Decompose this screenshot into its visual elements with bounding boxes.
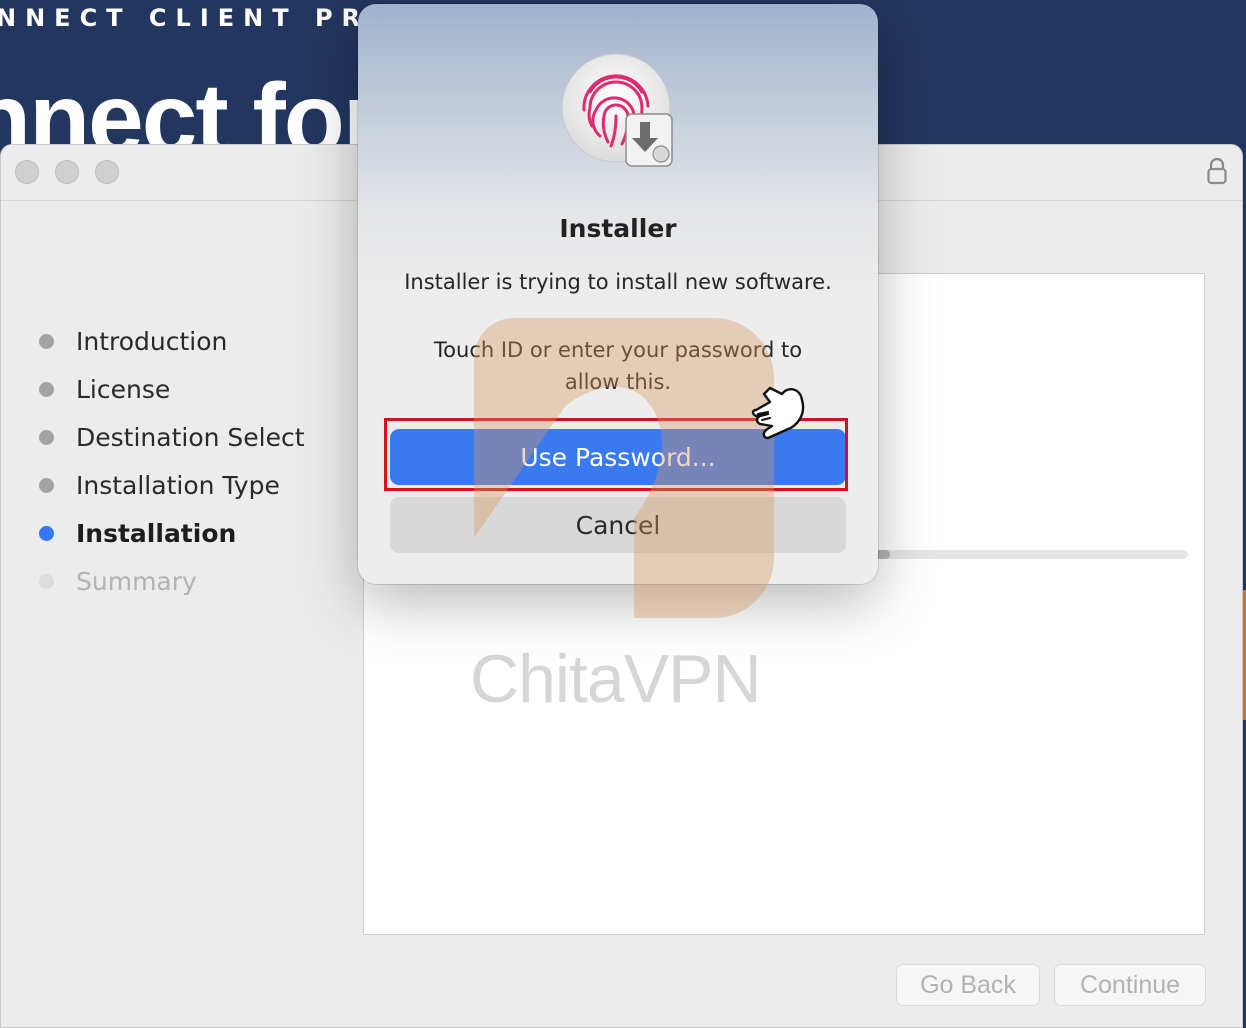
go-back-button[interactable]: Go Back bbox=[896, 964, 1040, 1006]
step-destination-select: Destination Select bbox=[37, 413, 305, 461]
step-dot bbox=[39, 573, 54, 589]
step-label: Installation Type bbox=[76, 470, 280, 500]
step-label: Introduction bbox=[76, 326, 228, 356]
step-dot bbox=[39, 381, 54, 397]
minimize-window-button[interactable] bbox=[55, 160, 79, 184]
pointing-hand-icon bbox=[751, 386, 805, 440]
continue-button[interactable]: Continue bbox=[1054, 964, 1206, 1006]
step-introduction: Introduction bbox=[37, 317, 305, 365]
step-summary: Summary bbox=[37, 557, 305, 605]
step-dot bbox=[39, 429, 54, 445]
step-dot bbox=[39, 477, 54, 493]
install-progress-bar bbox=[874, 550, 1188, 559]
step-label: Summary bbox=[76, 566, 197, 596]
watermark-logo bbox=[474, 318, 774, 618]
step-installation-type: Installation Type bbox=[37, 461, 305, 509]
dialog-title: Installer bbox=[559, 214, 677, 243]
installer-steps: Introduction License Destination Select … bbox=[37, 317, 305, 605]
step-license: License bbox=[37, 365, 305, 413]
step-installation: Installation bbox=[37, 509, 305, 557]
zoom-window-button[interactable] bbox=[95, 160, 119, 184]
step-label: License bbox=[76, 374, 171, 404]
step-dot bbox=[39, 333, 54, 349]
step-label: Destination Select bbox=[76, 422, 305, 452]
watermark-text: ChitaVPN bbox=[470, 641, 762, 717]
close-window-button[interactable] bbox=[15, 160, 39, 184]
touch-id-installer-icon bbox=[561, 53, 673, 167]
step-dot bbox=[39, 525, 54, 541]
lock-icon bbox=[1207, 157, 1227, 185]
step-label: Installation bbox=[76, 518, 237, 548]
dialog-message: Installer is trying to install new softw… bbox=[404, 270, 832, 294]
